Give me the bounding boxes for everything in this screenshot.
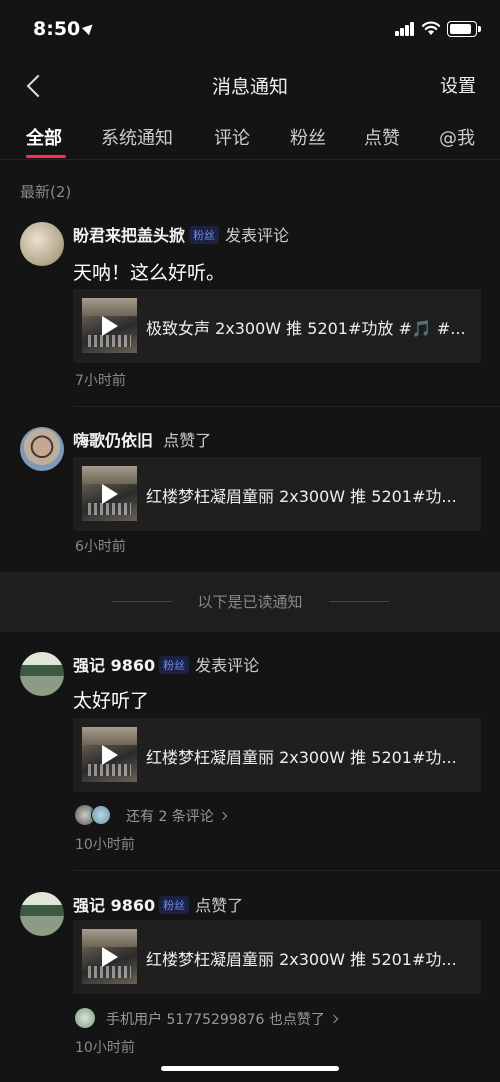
divider-line — [329, 601, 389, 602]
avatar[interactable] — [20, 222, 64, 266]
username[interactable]: 强记 9860 — [73, 656, 155, 675]
action-text: 点赞了 — [163, 431, 212, 450]
avatar — [75, 1008, 95, 1028]
play-icon — [102, 947, 118, 967]
tab-likes[interactable]: 点赞 — [364, 124, 400, 150]
timestamp: 10小时前 — [75, 1040, 135, 1056]
chevron-right-icon — [329, 1014, 339, 1024]
play-icon — [102, 484, 118, 504]
cellular-signal-icon — [395, 22, 415, 36]
fan-badge: 粉丝 — [189, 226, 220, 244]
tab-comments[interactable]: 评论 — [214, 124, 250, 150]
comment-text: 天呐！这么好听。 — [73, 262, 226, 284]
avatar — [91, 805, 111, 825]
tab-mentions[interactable]: @我 — [439, 124, 475, 150]
video-card[interactable]: 极致女声 2x300W 推 5201#功放 #🎵 #... — [73, 289, 481, 363]
notification-header: 嗨歌仍依旧 点赞了 — [73, 427, 211, 451]
video-thumbnail — [82, 727, 137, 782]
notification-header: 盼君来把盖头掀 粉丝 发表评论 — [73, 222, 289, 246]
video-card[interactable]: 红楼梦枉凝眉童丽 2x300W 推 5201#功... — [73, 457, 481, 531]
avatar[interactable] — [20, 427, 64, 471]
video-title: 红楼梦枉凝眉童丽 2x300W 推 5201#功... — [146, 487, 457, 506]
status-bar: 8:50 — [0, 0, 500, 56]
notification-header: 强记 9860 粉丝 点赞了 — [73, 892, 243, 916]
video-card[interactable]: 红楼梦枉凝眉童丽 2x300W 推 5201#功... — [73, 920, 481, 994]
avatar[interactable] — [20, 892, 64, 936]
tab-fans[interactable]: 粉丝 — [290, 124, 326, 150]
page-title: 消息通知 — [211, 76, 288, 98]
chevron-right-icon — [218, 811, 228, 821]
action-text: 发表评论 — [195, 656, 260, 675]
tab-bar: 全部 系统通知 评论 粉丝 点赞 @我 — [0, 114, 500, 160]
read-notifications-divider: 以下是已读通知 — [0, 572, 500, 632]
action-text: 发表评论 — [225, 226, 290, 245]
video-thumbnail — [82, 929, 137, 984]
video-card[interactable]: 红楼梦枉凝眉童丽 2x300W 推 5201#功... — [73, 718, 481, 792]
avatar[interactable] — [20, 652, 64, 696]
fan-badge: 粉丝 — [159, 656, 190, 674]
username[interactable]: 盼君来把盖头掀 — [73, 226, 185, 245]
notification-header: 强记 9860 粉丝 发表评论 — [73, 652, 259, 676]
nav-bar: 消息通知 设置 — [0, 56, 500, 114]
tab-all[interactable]: 全部 — [26, 124, 62, 150]
video-title: 红楼梦枉凝眉童丽 2x300W 推 5201#功... — [146, 950, 457, 969]
timestamp: 10小时前 — [75, 837, 135, 853]
action-text: 点赞了 — [195, 896, 244, 915]
timestamp: 7小时前 — [75, 373, 126, 389]
video-thumbnail — [82, 298, 137, 353]
username[interactable]: 嗨歌仍依旧 — [73, 431, 153, 450]
comment-text: 太好听了 — [73, 690, 150, 712]
also-liked-link[interactable]: 手机用户 51775299876 也点赞了 — [106, 1009, 339, 1029]
fan-badge: 粉丝 — [159, 896, 190, 914]
video-title: 红楼梦枉凝眉童丽 2x300W 推 5201#功... — [146, 748, 457, 767]
active-tab-indicator — [26, 155, 66, 158]
video-title: 极致女声 2x300W 推 5201#功放 #🎵 #... — [146, 319, 466, 338]
play-icon — [102, 745, 118, 765]
divider — [73, 870, 500, 871]
play-icon — [102, 316, 118, 336]
section-label-latest: 最新(2) — [20, 183, 72, 201]
location-arrow-icon — [82, 20, 97, 36]
video-thumbnail — [82, 466, 137, 521]
tab-system[interactable]: 系统通知 — [101, 124, 173, 150]
username[interactable]: 强记 9860 — [73, 896, 155, 915]
timestamp: 6小时前 — [75, 539, 126, 555]
battery-icon — [447, 21, 481, 37]
settings-button[interactable]: 设置 — [440, 72, 476, 98]
home-indicator — [161, 1066, 339, 1071]
status-time: 8:50 — [33, 18, 97, 40]
read-divider-label: 以下是已读通知 — [197, 593, 303, 611]
divider — [73, 406, 500, 407]
wifi-icon — [421, 21, 441, 35]
more-comments-link[interactable]: 还有 2 条评论 — [126, 806, 228, 826]
